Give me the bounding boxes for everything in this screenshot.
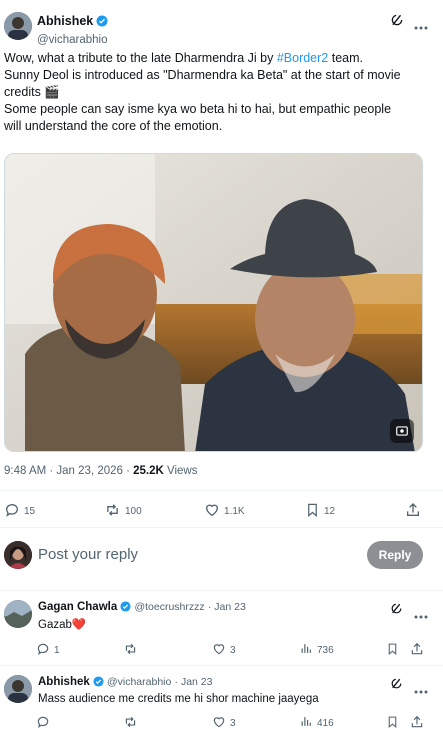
views-action[interactable]: 736	[300, 642, 334, 658]
reply-input[interactable]: Post your reply	[38, 546, 138, 563]
grok-icon[interactable]	[390, 677, 403, 695]
media-settings-icon[interactable]	[390, 419, 414, 443]
post-text: Wow, what a tribute to the late Dharmend…	[4, 51, 401, 133]
reply-author-handle[interactable]: @vicharabhio	[107, 676, 171, 688]
grok-icon[interactable]	[390, 602, 403, 620]
views-icon	[300, 642, 313, 658]
verified-badge-icon	[120, 601, 131, 615]
verified-badge-icon	[93, 676, 104, 690]
verified-badge-icon	[96, 14, 108, 32]
repost-action[interactable]	[123, 715, 138, 729]
reply-date[interactable]: · Jan 23	[175, 676, 213, 688]
bookmark-action[interactable]	[386, 642, 399, 659]
repost-icon	[123, 715, 138, 729]
more-icon[interactable]	[414, 17, 428, 35]
like-icon	[204, 502, 220, 521]
like-icon	[212, 715, 226, 729]
reply-action[interactable]: 1	[36, 642, 60, 659]
author-handle[interactable]: @vicharabhio	[37, 34, 108, 46]
reply-icon	[4, 502, 20, 521]
views-action[interactable]: 416	[300, 715, 334, 729]
reply-avatar[interactable]	[4, 675, 32, 703]
more-icon[interactable]	[414, 681, 428, 699]
share-action[interactable]	[405, 502, 421, 521]
reply-avatar[interactable]	[4, 600, 32, 628]
reply-icon	[36, 715, 50, 729]
reply-action[interactable]	[36, 715, 50, 729]
reply-author-name[interactable]: Abhishek	[38, 676, 90, 688]
hashtag-link[interactable]: #Border2	[277, 51, 328, 65]
bookmark-icon	[386, 642, 399, 659]
bookmark-action[interactable]	[386, 715, 399, 729]
like-action[interactable]: 3	[212, 715, 236, 729]
post-media-image[interactable]	[4, 153, 423, 452]
reply-button[interactable]: Reply	[367, 541, 423, 569]
grok-icon[interactable]	[390, 13, 404, 32]
share-action[interactable]	[410, 642, 424, 659]
reply-icon	[36, 642, 50, 659]
reply-text: Gazab❤️	[38, 619, 87, 631]
author-avatar[interactable]	[4, 12, 32, 40]
like-action[interactable]: 3	[212, 642, 236, 659]
post-timestamp: 9:48 AM · Jan 23, 2026 · 25.2K Views	[4, 465, 198, 477]
bookmark-action[interactable]: 12	[305, 502, 335, 521]
repost-icon	[123, 642, 138, 659]
reply-author-handle[interactable]: @toecrushrzzz	[134, 601, 204, 613]
bookmark-icon	[386, 715, 399, 729]
share-action[interactable]	[410, 715, 424, 729]
repost-icon	[104, 502, 121, 521]
more-icon[interactable]	[414, 606, 428, 624]
repost-action[interactable]	[123, 642, 138, 659]
author-name[interactable]: Abhishek	[37, 14, 93, 28]
views-icon	[300, 715, 313, 729]
reply-action[interactable]: 15	[4, 502, 35, 521]
reply-author-name[interactable]: Gagan Chawla	[38, 601, 117, 613]
user-avatar[interactable]	[4, 541, 32, 569]
like-icon	[212, 642, 226, 659]
bookmark-icon	[305, 502, 320, 521]
views-count: 25.2K	[133, 465, 164, 477]
share-icon	[405, 502, 421, 521]
share-icon	[410, 642, 424, 659]
share-icon	[410, 715, 424, 729]
like-action[interactable]: 1.1K	[204, 502, 245, 521]
reply-text: Mass audience me credits me hi shor mach…	[38, 693, 319, 705]
repost-action[interactable]: 100	[104, 502, 142, 521]
reply-date[interactable]: · Jan 23	[208, 601, 246, 613]
